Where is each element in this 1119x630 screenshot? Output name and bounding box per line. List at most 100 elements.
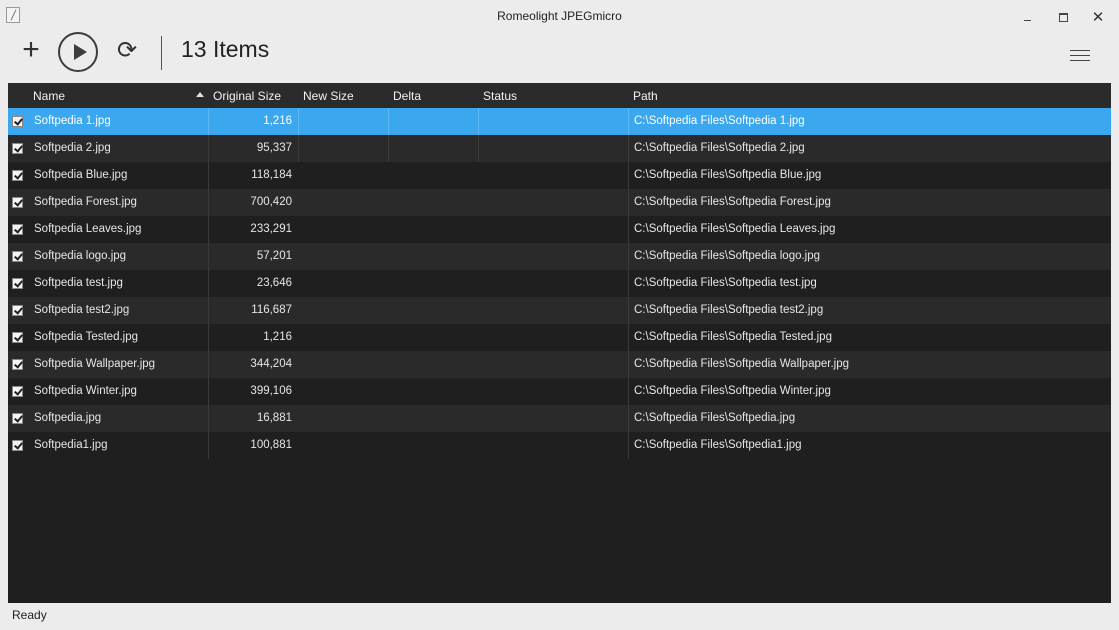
table-row[interactable]: Softpedia.jpg 16,881 C:\Softpedia Files\So… [8,405,1111,432]
table-row[interactable]: Softpedia test2.jpg 116,687 C:\Softpedia F… [8,297,1111,324]
cell-path: C:\Softpedia Files\Softpedia 1.jpg [634,115,805,127]
cell-path: C:\Softpedia Files\Softpedia1.jpg [634,439,802,451]
refresh-button[interactable]: ⟳ [114,38,140,64]
table-row[interactable]: Softpedia Forest.jpg 700,420 C:\Softpedia … [8,189,1111,216]
table-row[interactable]: Softpedia 2.jpg 95,337 C:\Softpedia Files\… [8,135,1111,162]
row-checkbox[interactable] [12,440,23,451]
row-checkbox[interactable] [12,251,23,262]
column-header-original-size[interactable]: Original Size [209,83,281,108]
cell-name: Softpedia Wallpaper.jpg [34,358,156,370]
add-button[interactable]: + [18,35,44,65]
column-header-path[interactable]: Path [629,83,658,108]
column-separator [298,108,299,135]
cell-path: C:\Softpedia Files\Softpedia Leaves.jpg [634,223,836,235]
row-checkbox[interactable] [12,143,23,154]
cell-original-size: 399,106 [250,385,292,397]
cell-name: Softpedia Winter.jpg [34,385,137,397]
cell-path: C:\Softpedia Files\Softpedia 2.jpg [634,142,805,154]
column-separator [478,108,479,135]
cell-path: C:\Softpedia Files\Softpedia test2.jpg [634,304,824,316]
column-separator [628,162,629,189]
cell-original-size: 1,216 [263,331,292,343]
column-separator [208,324,209,351]
column-separator [628,216,629,243]
cell-path: C:\Softpedia Files\Softpedia Forest.jpg [634,196,831,208]
sort-ascending-icon [196,92,204,97]
cell-path: C:\Softpedia Files\Softpedia Tested.jpg [634,331,832,343]
column-separator [208,162,209,189]
table-row[interactable]: Softpedia Tested.jpg 1,216 C:\Softpedia Fi… [8,324,1111,351]
cell-name: Softpedia logo.jpg [34,250,127,262]
cell-name: Softpedia 2.jpg [34,142,111,154]
items-count: 13 Items [181,36,270,62]
table-row[interactable]: Softpedia1.jpg 100,881 C:\Softpedia Files\… [8,432,1111,459]
file-grid: Name Original Size New Size Delta Status… [8,83,1111,603]
maximize-button[interactable] [1052,7,1074,27]
close-icon: ✕ [1091,9,1105,26]
row-checkbox[interactable] [12,170,23,181]
column-separator [478,135,479,162]
toolbar: + ⟳ 13 Items [0,32,1119,82]
row-checkbox[interactable] [12,116,23,127]
row-checkbox[interactable] [12,413,23,424]
column-separator [628,351,629,378]
column-separator [628,135,629,162]
column-separator [208,378,209,405]
cell-original-size: 95,337 [256,142,292,154]
add-icon: + [22,33,40,66]
column-separator [208,405,209,432]
column-separator [388,135,389,162]
row-checkbox[interactable] [12,332,23,343]
column-separator [628,405,629,432]
cell-name: Softpedia Blue.jpg [34,169,128,181]
row-checkbox[interactable] [12,197,23,208]
row-checkbox[interactable] [12,386,23,397]
column-separator [388,108,389,135]
title-bar: Romeolight JPEGmicro ✕ [0,0,1119,32]
row-checkbox[interactable] [12,224,23,235]
column-separator [628,432,629,459]
table-row[interactable]: Softpedia Wallpaper.jpg 344,204 C:\Softped… [8,351,1111,378]
refresh-icon: ⟳ [116,37,138,64]
column-separator [208,297,209,324]
grid-header: Name Original Size New Size Delta Status… [8,83,1111,108]
toolbar-divider [161,36,162,70]
table-row[interactable]: Softpedia Blue.jpg 118,184 C:\Softpedia Fi… [8,162,1111,189]
table-row[interactable]: Softpedia Winter.jpg 399,106 C:\Softpedia … [8,378,1111,405]
column-separator [298,135,299,162]
start-button[interactable] [58,32,98,72]
table-row[interactable]: Softpedia test.jpg 23,646 C:\Softpedia Fil… [8,270,1111,297]
minimize-button[interactable] [1016,7,1038,27]
grid-body: Softpedia 1.jpg 1,216 C:\Softpedia Files\S… [8,108,1111,459]
hamburger-menu-icon[interactable] [1070,50,1090,64]
column-separator [208,351,209,378]
row-checkbox[interactable] [12,305,23,316]
column-separator [208,135,209,162]
cell-path: C:\Softpedia Files\Softpedia test.jpg [634,277,817,289]
column-separator [208,270,209,297]
close-button[interactable]: ✕ [1087,7,1109,27]
cell-original-size: 23,646 [256,277,292,289]
cell-original-size: 700,420 [250,196,292,208]
row-checkbox[interactable] [12,359,23,370]
cell-original-size: 118,184 [251,169,292,181]
column-header-status[interactable]: Status [479,83,517,108]
column-separator [628,378,629,405]
column-header-delta[interactable]: Delta [389,83,421,108]
table-row[interactable]: Softpedia Leaves.jpg 233,291 C:\Softpedia … [8,216,1111,243]
column-header-new-size[interactable]: New Size [299,83,354,108]
cell-name: Softpedia Tested.jpg [34,331,139,343]
column-separator [208,432,209,459]
column-separator [628,108,629,135]
table-row[interactable]: Softpedia 1.jpg 1,216 C:\Softpedia Files\S… [8,108,1111,135]
column-separator [208,216,209,243]
cell-name: Softpedia.jpg [34,412,102,424]
row-checkbox[interactable] [12,278,23,289]
cell-original-size: 233,291 [250,223,292,235]
cell-path: C:\Softpedia Files\Softpedia Blue.jpg [634,169,822,181]
cell-original-size: 344,204 [250,358,292,370]
cell-name: Softpedia Leaves.jpg [34,223,142,235]
table-row[interactable]: Softpedia logo.jpg 57,201 C:\Softpedia Fil… [8,243,1111,270]
column-header-name[interactable]: Name [29,83,65,108]
cell-path: C:\Softpedia Files\Softpedia Winter.jpg [634,385,831,397]
